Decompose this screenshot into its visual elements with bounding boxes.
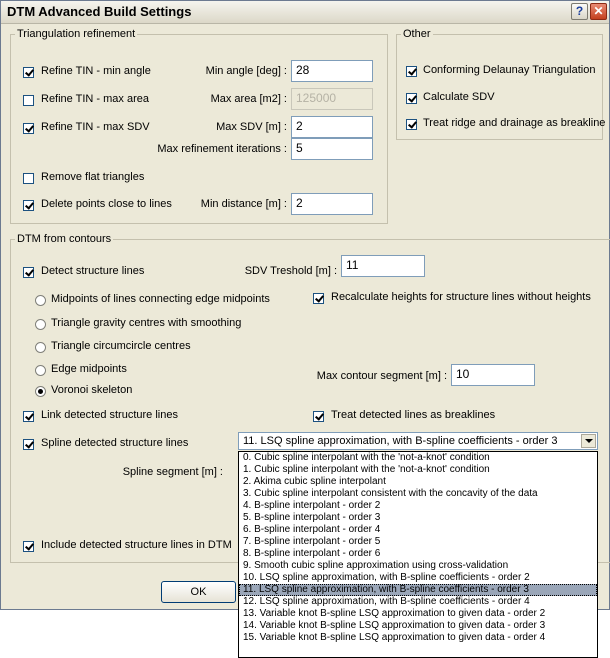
radio-gravity-centres[interactable]: [35, 319, 46, 330]
contours-group-label: DTM from contours: [15, 233, 114, 245]
radio-midpoints-label: Midpoints of lines connecting edge midpo…: [51, 293, 270, 305]
refine-min-angle-label: Refine TIN - min angle: [41, 65, 151, 77]
radio-circumcircle[interactable]: [35, 342, 46, 353]
close-button[interactable]: ✕: [590, 3, 607, 20]
window-title: DTM Advanced Build Settings: [7, 4, 192, 19]
remove-flat-label: Remove flat triangles: [41, 171, 145, 183]
treat-ridge-label: Treat ridge and drainage as breakline: [423, 117, 606, 129]
include-structure-checkbox[interactable]: [23, 541, 34, 552]
dropdown-option[interactable]: 13. Variable knot B-spline LSQ approxima…: [239, 608, 597, 620]
min-angle-label: Min angle [deg] :: [205, 65, 287, 77]
max-sdv-label: Max SDV [m] :: [216, 121, 287, 133]
dropdown-option[interactable]: 1. Cubic spline interpolant with the 'no…: [239, 464, 597, 476]
dropdown-option[interactable]: 14. Variable knot B-spline LSQ approxima…: [239, 620, 597, 632]
detect-structure-checkbox[interactable]: [23, 267, 34, 278]
max-iterations-input[interactable]: 5: [291, 138, 373, 160]
recalculate-heights-label: Recalculate heights for structure lines …: [331, 291, 591, 303]
min-distance-label: Min distance [m] :: [200, 198, 287, 210]
spline-structure-checkbox[interactable]: [23, 439, 34, 450]
max-area-label: Max area [m2] :: [210, 93, 287, 105]
include-structure-label: Include detected structure lines in DTM: [41, 539, 232, 551]
dropdown-option[interactable]: 8. B-spline interpolant - order 6: [239, 548, 597, 560]
dropdown-option[interactable]: 3. Cubic spline interpolant consistent w…: [239, 488, 597, 500]
treat-breaklines-checkbox[interactable]: [313, 411, 324, 422]
refine-max-sdv-label: Refine TIN - max SDV: [41, 121, 150, 133]
refine-max-area-checkbox[interactable]: [23, 95, 34, 106]
sdv-threshold-label: SDV Treshold [m] :: [244, 265, 337, 277]
dropdown-option[interactable]: 10. LSQ spline approximation, with B-spl…: [239, 572, 597, 584]
dropdown-option[interactable]: 15. Variable knot B-spline LSQ approxima…: [239, 632, 597, 644]
chevron-down-icon[interactable]: [581, 434, 596, 448]
radio-midpoints[interactable]: [35, 295, 46, 306]
sdv-threshold-input[interactable]: 11: [341, 255, 425, 277]
refine-min-angle-checkbox[interactable]: [23, 67, 34, 78]
delete-points-label: Delete points close to lines: [41, 198, 172, 210]
dropdown-option[interactable]: 0. Cubic spline interpolant with the 'no…: [239, 452, 597, 464]
max-contour-segment-input[interactable]: 10: [451, 364, 535, 386]
radio-voronoi[interactable]: [35, 386, 46, 397]
spline-method-dropdown: 0. Cubic spline interpolant with the 'no…: [238, 451, 598, 658]
refine-max-area-label: Refine TIN - max area: [41, 93, 150, 105]
dropdown-option[interactable]: 7. B-spline interpolant - order 5: [239, 536, 597, 548]
max-contour-segment-label: Max contour segment [m] :: [316, 370, 447, 382]
radio-edge-midpoints[interactable]: [35, 365, 46, 376]
min-distance-input[interactable]: 2: [291, 193, 373, 215]
dropdown-option[interactable]: 12. LSQ spline approximation, with B-spl…: [239, 596, 597, 608]
spline-structure-label: Spline detected structure lines: [41, 437, 189, 449]
spline-method-select[interactable]: 11. LSQ spline approximation, with B-spl…: [238, 432, 598, 450]
max-sdv-input[interactable]: 2: [291, 116, 373, 138]
dropdown-option[interactable]: 9. Smooth cubic spline approximation usi…: [239, 560, 597, 572]
other-group-label: Other: [401, 28, 433, 40]
spline-segment-label: Spline segment [m] :: [122, 466, 223, 478]
dropdown-option[interactable]: 2. Akima cubic spline interpolant: [239, 476, 597, 488]
conforming-label: Conforming Delaunay Triangulation: [423, 64, 596, 76]
radio-voronoi-label: Voronoi skeleton: [51, 384, 133, 396]
calculate-sdv-label: Calculate SDV: [423, 91, 495, 103]
triangulation-group-label: Triangulation refinement: [15, 28, 138, 40]
ok-button[interactable]: OK: [161, 581, 236, 603]
radio-circumcircle-label: Triangle circumcircle centres: [51, 340, 191, 352]
treat-ridge-checkbox[interactable]: [406, 119, 417, 130]
refine-max-sdv-checkbox[interactable]: [23, 123, 34, 134]
min-angle-input[interactable]: 28: [291, 60, 373, 82]
help-button[interactable]: ?: [571, 3, 588, 20]
max-area-input: 125000: [291, 88, 373, 110]
dropdown-option[interactable]: 6. B-spline interpolant - order 4: [239, 524, 597, 536]
title-bar[interactable]: DTM Advanced Build Settings ? ✕: [1, 1, 609, 24]
dropdown-option[interactable]: 5. B-spline interpolant - order 3: [239, 512, 597, 524]
remove-flat-checkbox[interactable]: [23, 173, 34, 184]
calculate-sdv-checkbox[interactable]: [406, 93, 417, 104]
delete-points-checkbox[interactable]: [23, 200, 34, 211]
max-iterations-label: Max refinement iterations :: [157, 143, 287, 155]
conforming-checkbox[interactable]: [406, 66, 417, 77]
dropdown-option[interactable]: 4. B-spline interpolant - order 2: [239, 500, 597, 512]
treat-breaklines-label: Treat detected lines as breaklines: [331, 409, 496, 421]
radio-gravity-centres-label: Triangle gravity centres with smoothing: [51, 317, 242, 329]
spline-method-value: 11. LSQ spline approximation, with B-spl…: [243, 435, 558, 447]
dropdown-option-selected[interactable]: 11. LSQ spline approximation, with B-spl…: [239, 584, 597, 596]
link-structure-checkbox[interactable]: [23, 411, 34, 422]
recalculate-heights-checkbox[interactable]: [313, 293, 324, 304]
detect-structure-label: Detect structure lines: [41, 265, 145, 277]
link-structure-label: Link detected structure lines: [41, 409, 178, 421]
radio-edge-midpoints-label: Edge midpoints: [51, 363, 127, 375]
